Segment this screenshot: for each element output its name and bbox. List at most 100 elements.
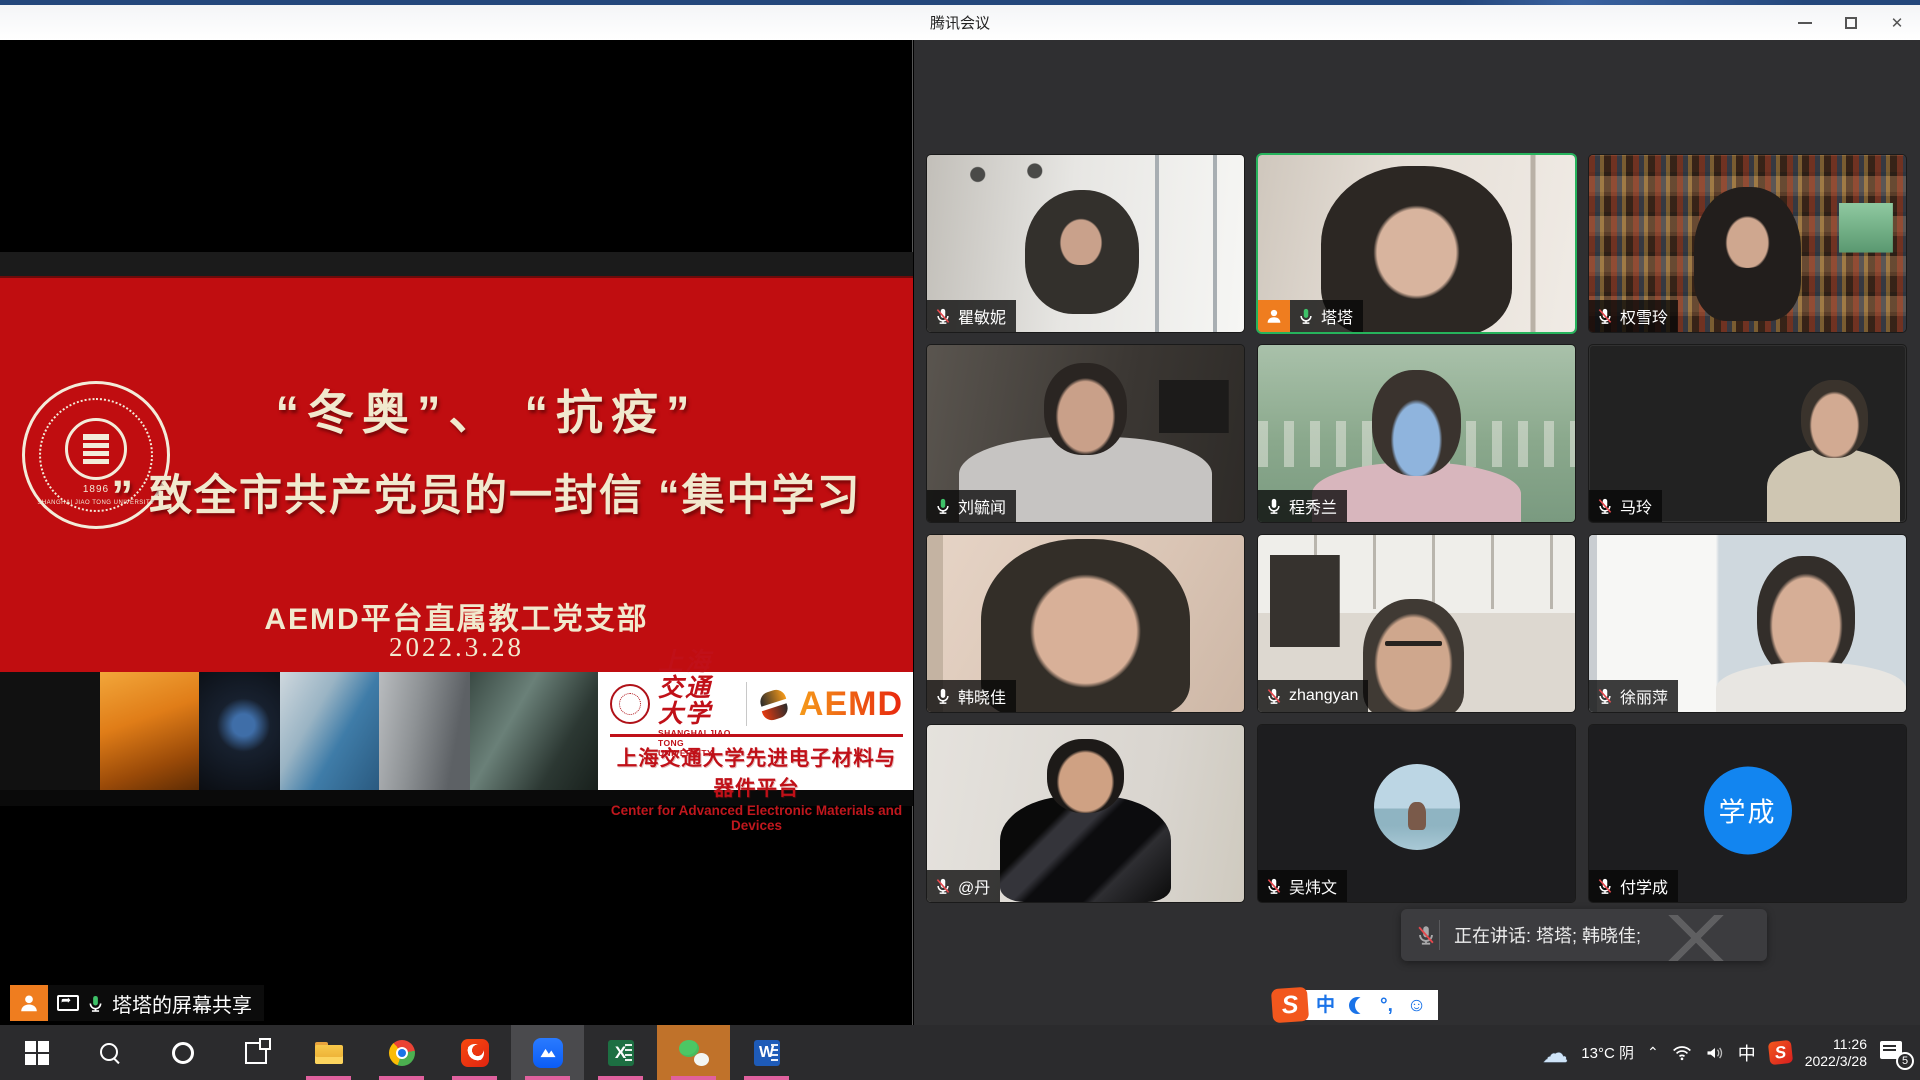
slide-title-line1: “冬奥”、 “抗疫” (90, 374, 883, 443)
avatar: 学成 (1704, 766, 1792, 854)
taskbar-start-button[interactable] (0, 1025, 73, 1080)
desktop: 腾讯会议 ✕ 1896 SHANGHAI JIAO TONG UNIVERSIT… (0, 0, 1920, 1080)
taskbar-sogou-browser-button[interactable] (438, 1025, 511, 1080)
clock[interactable]: 11:26 2022/3/28 (1805, 1036, 1867, 1070)
taskbar: XW ☁ 13°C 阴 ⌃ 中 S 11:26 2022/3/28 5 (0, 1025, 1920, 1080)
wifi-icon[interactable] (1672, 1045, 1692, 1061)
tencent-meeting-icon (533, 1038, 563, 1068)
participant-badge: 徐丽萍 (1589, 680, 1678, 712)
participant-tile[interactable]: 刘毓闻 (927, 345, 1244, 522)
mic-on-icon (1265, 497, 1283, 515)
participant-tile[interactable]: 权雪玲 (1589, 155, 1906, 332)
running-indicator (598, 1076, 643, 1080)
platform-name-cn: 上海交通大学先进电子材料与器件平台 (610, 741, 903, 801)
participant-badge: 马玲 (1589, 490, 1662, 522)
running-indicator (744, 1076, 789, 1080)
participant-badge: 瞿敏妮 (927, 300, 1016, 332)
sogou-ime-logo-icon[interactable]: S (1271, 987, 1309, 1023)
taskbar-excel-button[interactable]: X (584, 1025, 657, 1080)
weather-icon[interactable]: ☁ (1542, 1040, 1568, 1066)
sogou-browser-icon (461, 1039, 489, 1067)
participant-tile[interactable]: 徐丽萍 (1589, 535, 1906, 712)
participant-name: 韩晓佳 (958, 684, 1006, 708)
toast-watermark (1661, 915, 1731, 961)
file-explorer-icon (315, 1042, 343, 1064)
participant-badge: 程秀兰 (1258, 490, 1347, 522)
participant-tile[interactable]: 学成付学成 (1589, 725, 1906, 902)
speaker-icon[interactable] (1705, 1045, 1725, 1061)
ime-halfwidth-moon-icon[interactable] (1349, 997, 1366, 1014)
minimize-icon (1798, 22, 1812, 24)
sogou-ime-bar: S 中 °, ☺ (1272, 988, 1438, 1022)
ime-punctuation-toggle[interactable]: °, (1380, 996, 1393, 1015)
participant-tile[interactable]: 瞿敏妮 (927, 155, 1244, 332)
mic-muted-icon (1596, 877, 1614, 895)
participant-tile[interactable]: @丹 (927, 725, 1244, 902)
meeting-main: 1896 SHANGHAI JIAO TONG UNIVERSITY “冬奥”、… (0, 40, 1920, 1025)
taskbar-apps: XW (0, 1025, 803, 1080)
lab-photo-strip: 上海交通大学 SHANGHAI JIAO TONG UNIVERSITY AEM… (0, 672, 913, 790)
participant-name: zhangyan (1289, 687, 1358, 705)
lab-photo (0, 672, 100, 790)
participant-name: 刘毓闻 (958, 494, 1006, 518)
mic-muted-icon (1265, 877, 1283, 895)
close-button[interactable]: ✕ (1874, 5, 1920, 40)
slide-footer-logos: 上海交通大学 SHANGHAI JIAO TONG UNIVERSITY AEM… (598, 672, 913, 790)
shared-slide: 1896 SHANGHAI JIAO TONG UNIVERSITY “冬奥”、… (0, 252, 913, 806)
taskbar-chrome-button[interactable] (365, 1025, 438, 1080)
participant-name: 权雪玲 (1620, 304, 1668, 328)
lab-photo (199, 672, 280, 790)
participant-name: 塔塔 (1321, 304, 1353, 328)
participant-tile[interactable]: 吴炜文 (1258, 725, 1575, 902)
mic-muted-icon (1415, 924, 1437, 946)
participant-name: @丹 (958, 874, 990, 898)
taskbar-taskview-button[interactable] (219, 1025, 292, 1080)
ime-mode-toggle[interactable]: 中 (1316, 996, 1335, 1015)
participant-tile[interactable]: 韩晓佳 (927, 535, 1244, 712)
mic-on-icon (934, 687, 952, 705)
screen-share-icon (57, 995, 79, 1011)
word-icon: W (754, 1040, 780, 1066)
taskbar-wechat-button[interactable] (657, 1025, 730, 1080)
sogou-tray-icon[interactable]: S (1768, 1040, 1793, 1065)
mic-muted-icon (934, 307, 952, 325)
weather-temp[interactable]: 13°C 阴 (1581, 1042, 1634, 1063)
participant-tile[interactable]: 塔塔 (1258, 155, 1575, 332)
ime-emoji-button[interactable]: ☺ (1407, 996, 1426, 1015)
lab-photo (470, 672, 598, 790)
participant-tile[interactable]: 马玲 (1589, 345, 1906, 522)
screen-share-indicator: 塔塔的屏幕共享 (10, 985, 264, 1021)
participant-badge: 刘毓闻 (927, 490, 1016, 522)
taskbar-search-button[interactable] (73, 1025, 146, 1080)
taskbar-word-button[interactable]: W (730, 1025, 803, 1080)
slide-top-band (0, 252, 913, 278)
slide-body: 1896 SHANGHAI JIAO TONG UNIVERSITY “冬奥”、… (0, 278, 913, 672)
close-icon: ✕ (1891, 14, 1904, 32)
slide-title-line2: ” 致全市共产党员的一封信 “集中学习 (90, 461, 883, 523)
mic-muted-icon (1596, 687, 1614, 705)
lab-photo (100, 672, 199, 790)
tray-date: 2022/3/28 (1805, 1053, 1867, 1070)
taskbar-cortana-button[interactable] (146, 1025, 219, 1080)
minimize-button[interactable] (1782, 5, 1828, 40)
action-center-button[interactable]: 5 (1880, 1040, 1910, 1066)
lab-photo (280, 672, 379, 790)
participant-tile[interactable]: zhangyan (1258, 535, 1575, 712)
platform-name-en: Center for Advanced Electronic Materials… (610, 803, 903, 833)
sjtu-name-cn: 上海交通大学 (658, 650, 736, 728)
taskbar-explorer-button[interactable] (292, 1025, 365, 1080)
mic-muted-icon (934, 877, 952, 895)
language-indicator[interactable]: 中 (1738, 1040, 1756, 1066)
tray-chevron-up-icon[interactable]: ⌃ (1647, 1044, 1659, 1061)
wechat-icon (679, 1040, 709, 1066)
taskbar-tencent-meeting-button[interactable] (511, 1025, 584, 1080)
participant-name: 徐丽萍 (1620, 684, 1668, 708)
maximize-button[interactable] (1828, 5, 1874, 40)
participant-tile[interactable]: 程秀兰 (1258, 345, 1575, 522)
window-titlebar: 腾讯会议 ✕ (0, 5, 1920, 40)
running-indicator (379, 1076, 424, 1080)
maximize-icon (1845, 17, 1857, 29)
search-icon (98, 1041, 122, 1065)
participant-badge: 权雪玲 (1589, 300, 1678, 332)
screen-share-pane: 1896 SHANGHAI JIAO TONG UNIVERSITY “冬奥”、… (0, 40, 913, 1025)
